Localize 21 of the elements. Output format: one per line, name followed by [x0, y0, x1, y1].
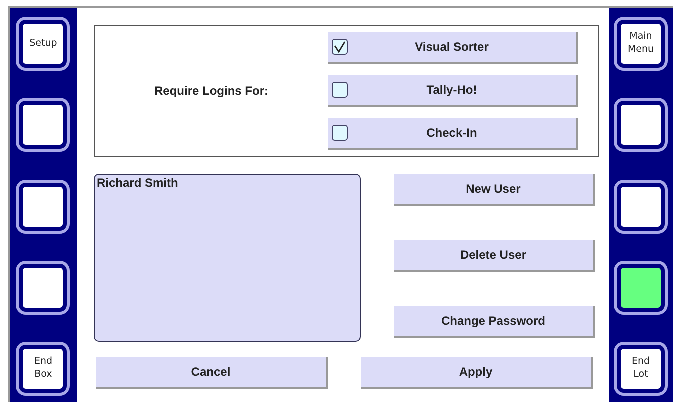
login-toggle-button[interactable]: Visual Sorter	[328, 32, 578, 64]
side-key[interactable]: Main Menu	[616, 20, 665, 68]
side-key[interactable]	[616, 264, 665, 312]
side-key[interactable]: End Box	[19, 345, 68, 393]
apply-button[interactable]: Apply	[360, 357, 593, 389]
user-action-button[interactable]: New User	[394, 174, 595, 206]
cancel-button[interactable]: Cancel	[96, 357, 328, 389]
login-toggle-button[interactable]: Tally-Ho!	[328, 75, 578, 107]
user-list-item[interactable]: Richard Smith	[96, 176, 358, 190]
checkbox[interactable]	[332, 125, 348, 141]
user-action-button[interactable]: Change Password	[394, 306, 595, 338]
checkbox[interactable]	[332, 39, 348, 55]
login-toggle-button[interactable]: Check-In	[328, 118, 578, 150]
user-action-button[interactable]: Delete User	[394, 240, 595, 272]
checkbox[interactable]	[332, 82, 348, 98]
side-key[interactable]	[19, 264, 68, 312]
require-logins-label: Require Logins For:	[153, 84, 270, 98]
side-key[interactable]	[19, 101, 68, 150]
side-key[interactable]: Setup	[19, 20, 68, 68]
side-key[interactable]: End Lot	[616, 345, 665, 393]
side-key[interactable]	[616, 101, 665, 150]
